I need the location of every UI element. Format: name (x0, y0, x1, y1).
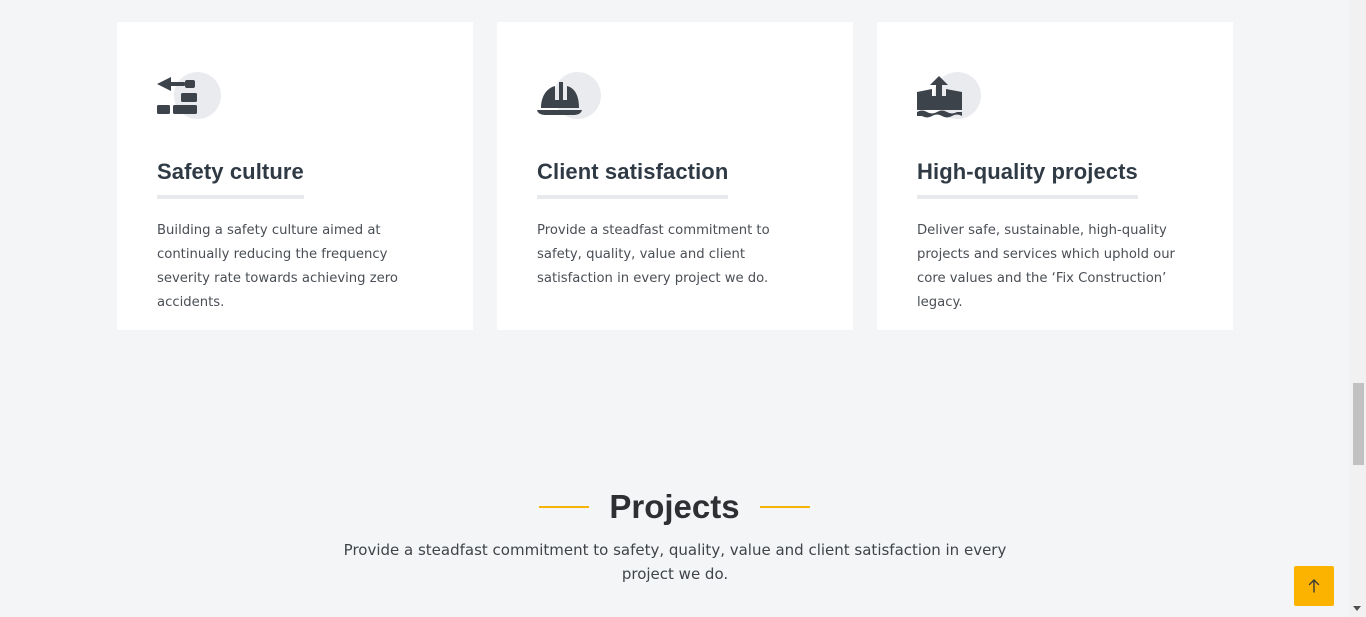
arrow-up-icon (1308, 579, 1320, 593)
section-title: Projects (609, 488, 740, 525)
projects-section-header: Projects (0, 488, 1349, 526)
feature-description: Provide a steadfast commitment to safety… (537, 223, 770, 286)
feature-description: Building a safety culture aimed at conti… (157, 223, 398, 310)
title-decor-line-left (539, 506, 590, 508)
vertical-scrollbar[interactable] (1349, 0, 1366, 617)
scroll-down-arrow-icon[interactable] (1353, 606, 1361, 611)
title-decor-line-right (759, 506, 810, 508)
feature-title: Safety culture (157, 159, 304, 199)
scrollbar-thumb[interactable] (1353, 383, 1364, 465)
feature-title: Client satisfaction (537, 159, 729, 199)
feature-card-client-satisfaction: Client satisfaction Provide a steadfast … (497, 22, 853, 330)
helmet-safety-icon (537, 82, 582, 115)
house-flood-icon (917, 76, 962, 118)
feature-icon-wrap (157, 72, 221, 120)
section-subtitle: Provide a steadfast commitment to safety… (343, 541, 1007, 583)
back-to-top-button[interactable] (1294, 566, 1334, 606)
page: Safety culture Building a safety culture… (0, 0, 1349, 617)
feature-icon-wrap (917, 72, 981, 120)
feature-card-high-quality-projects: High-quality projects Deliver safe, sust… (877, 22, 1233, 330)
trowel-bricks-icon (157, 77, 197, 114)
feature-card-safety-culture: Safety culture Building a safety culture… (117, 22, 473, 330)
feature-icon-wrap (537, 72, 601, 120)
feature-description: Deliver safe, sustainable, high-quality … (917, 223, 1175, 310)
feature-title: High-quality projects (917, 159, 1138, 199)
